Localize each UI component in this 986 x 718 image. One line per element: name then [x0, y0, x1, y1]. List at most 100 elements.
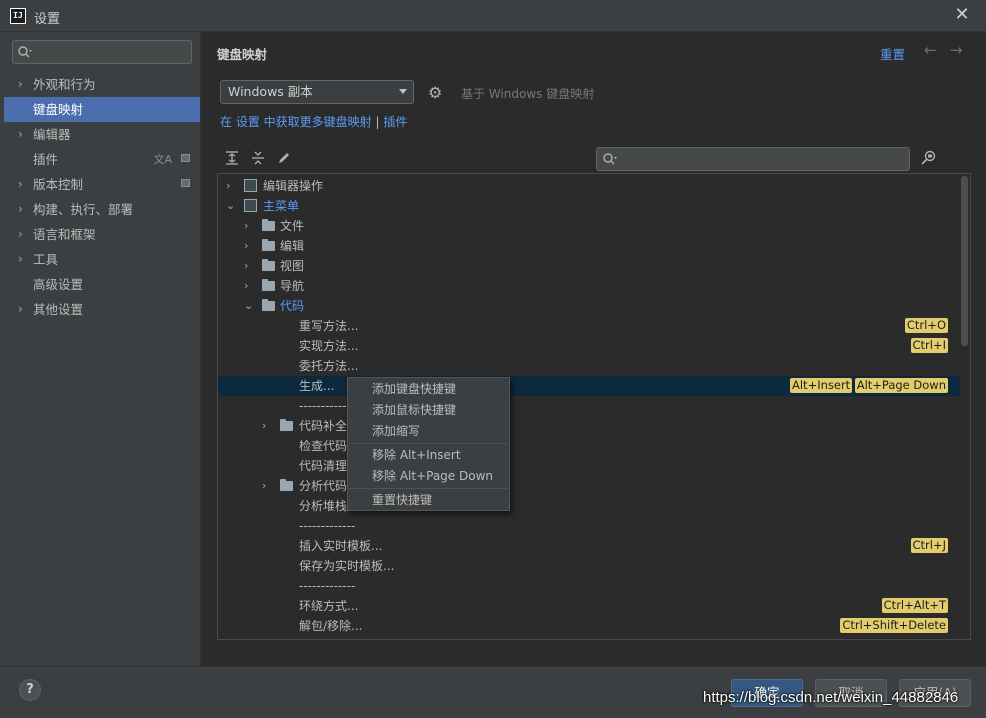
sidebar-item-5[interactable]: › 构建、执行、部署 [4, 197, 200, 222]
chevron-right-icon[interactable]: › [244, 276, 248, 296]
sidebar-item-label: 语言和框架 [33, 227, 96, 242]
tree-row[interactable]: ------------- [218, 516, 960, 536]
sidebar-item-label: 构建、执行、部署 [33, 202, 134, 217]
menu-separator [349, 443, 508, 444]
tree-row[interactable]: 实现方法... Ctrl+I [218, 336, 960, 356]
chevron-down-icon [399, 89, 407, 94]
tree-row-label: 解包/移除... [299, 619, 363, 633]
tree-row[interactable]: › 编辑 [218, 236, 960, 256]
chevron-right-icon[interactable]: › [244, 256, 248, 276]
tree-row[interactable]: ------------- [218, 396, 960, 416]
apply-button[interactable]: 应用(A) [899, 679, 971, 707]
action-search-input[interactable] [596, 147, 910, 171]
search-icon [18, 46, 32, 58]
expand-all-icon[interactable] [224, 150, 240, 166]
tree-row[interactable]: 解包/移除... Ctrl+Shift+Delete [218, 616, 960, 636]
menu-item-remove-alt-insert[interactable]: 移除 Alt+Insert [348, 445, 509, 466]
tree-row[interactable]: 生成... Alt+Page Down Alt+Insert [218, 376, 960, 396]
chevron-down-icon[interactable]: ⌄ [226, 196, 235, 216]
tree-row-label: 分析代码 [299, 479, 348, 493]
chevron-right-icon[interactable]: › [18, 222, 23, 247]
help-button[interactable]: ? [19, 679, 41, 701]
context-menu: 添加键盘快捷键 添加鼠标快捷键 添加缩写 移除 Alt+Insert 移除 Al… [347, 377, 510, 511]
project-level-icon [181, 154, 190, 162]
sidebar-item-8[interactable]: 高级设置 [4, 272, 200, 297]
sidebar-item-0[interactable]: › 外观和行为 [4, 72, 200, 97]
menu-item-add-mouse-shortcut[interactable]: 添加鼠标快捷键 [348, 400, 509, 421]
tree-row[interactable]: 环绕方式... Ctrl+Alt+T [218, 596, 960, 616]
tree-row[interactable]: 分析堆栈 [218, 496, 960, 516]
sidebar-item-2[interactable]: › 编辑器 [4, 122, 200, 147]
sidebar-item-6[interactable]: › 语言和框架 [4, 222, 200, 247]
tree-scrollbar[interactable] [961, 176, 968, 346]
reset-link[interactable]: 重置 [880, 44, 905, 63]
tree-row-label: 主菜单 [263, 199, 300, 213]
collapse-all-icon[interactable] [250, 150, 266, 166]
tree-row[interactable]: 保存为实时模板... [218, 556, 960, 576]
chevron-right-icon[interactable]: › [18, 297, 23, 322]
tree-row-label: 分析堆栈 [299, 499, 348, 513]
tree-row[interactable]: 重写方法... Ctrl+O [218, 316, 960, 336]
edit-shortcut-icon[interactable] [276, 150, 292, 166]
shortcut-badge: Ctrl+J [910, 538, 948, 553]
tree-row[interactable]: 委托方法... [218, 356, 960, 376]
sidebar-item-label: 版本控制 [33, 177, 84, 192]
tree-row[interactable]: 代码清理 [218, 456, 960, 476]
tree-row[interactable]: › 视图 [218, 256, 960, 276]
tree-row[interactable]: 插入实时模板... Ctrl+J [218, 536, 960, 556]
chevron-down-icon[interactable]: ⌄ [244, 296, 253, 316]
back-arrow-icon[interactable]: ← [924, 41, 937, 59]
tree-row[interactable]: › 文件 [218, 216, 960, 236]
shortcut-badge: Alt+Insert [790, 378, 853, 393]
folder-icon [280, 419, 293, 431]
dialog-footer: ? 确定 取消 应用(A) https://blog.csdn.net/weix… [0, 666, 986, 718]
find-by-shortcut-icon[interactable] [920, 150, 938, 166]
chevron-right-icon[interactable]: › [18, 172, 23, 197]
sidebar-item-7[interactable]: › 工具 [4, 247, 200, 272]
menu-item-remove-alt-page-down[interactable]: 移除 Alt+Page Down [348, 466, 509, 487]
forward-arrow-icon[interactable]: → [950, 41, 963, 59]
tree-row[interactable]: › 分析代码 [218, 476, 960, 496]
tree-row[interactable]: › 代码补全 [218, 416, 960, 436]
keymap-scheme-select[interactable]: Windows 副本 [220, 80, 414, 104]
sidebar-item-label: 插件 [33, 152, 59, 167]
tree-row-label: 检查代码 [299, 439, 348, 453]
get-more-keymaps-line: 在 设置 中获取更多键盘映射 | 插件 [220, 113, 407, 130]
sidebar-item-label: 高级设置 [33, 277, 84, 292]
tree-row[interactable]: 检查代码 [218, 436, 960, 456]
shortcut-badge: Ctrl+I [910, 338, 948, 353]
tree-row[interactable]: ------------- [218, 576, 960, 596]
chevron-right-icon[interactable]: › [262, 416, 266, 436]
tree-row-label: 生成... [299, 379, 335, 393]
tree-row-label: 导航 [280, 279, 305, 293]
cancel-button[interactable]: 取消 [815, 679, 887, 707]
menu-item-add-keyboard-shortcut[interactable]: 添加键盘快捷键 [348, 379, 509, 400]
gear-icon[interactable]: ⚙ [428, 83, 442, 102]
sidebar-item-4[interactable]: › 版本控制 [4, 172, 200, 197]
folder-icon [262, 279, 275, 291]
sidebar-item-1[interactable]: 键盘映射 [4, 97, 200, 122]
chevron-right-icon[interactable]: › [262, 476, 266, 496]
menu-item-reset-shortcuts[interactable]: 重置快捷键 [348, 490, 509, 511]
tree-row[interactable]: ⌄ 代码 [218, 296, 960, 316]
chevron-right-icon[interactable]: › [226, 176, 230, 196]
get-more-keymaps-link[interactable]: 在 设置 中获取更多键盘映射 [220, 115, 372, 129]
chevron-right-icon[interactable]: › [18, 122, 23, 147]
link-separator: | [375, 115, 380, 129]
tree-row[interactable]: › 编辑器操作 [218, 176, 960, 196]
chevron-right-icon[interactable]: › [244, 236, 248, 256]
sidebar-item-3[interactable]: 插件 文A [4, 147, 200, 172]
chevron-right-icon[interactable]: › [18, 197, 23, 222]
tree-row[interactable]: ⌄ 主菜单 [218, 196, 960, 216]
action-group-icon [244, 179, 257, 192]
ok-button[interactable]: 确定 [731, 679, 803, 707]
chevron-right-icon[interactable]: › [244, 216, 248, 236]
menu-item-add-abbreviation[interactable]: 添加缩写 [348, 421, 509, 442]
tree-row[interactable]: › 导航 [218, 276, 960, 296]
chevron-right-icon[interactable]: › [18, 247, 23, 272]
sidebar-search-input[interactable] [12, 40, 192, 64]
sidebar-item-9[interactable]: › 其他设置 [4, 297, 200, 322]
chevron-right-icon[interactable]: › [18, 72, 23, 97]
close-icon[interactable]: ✕ [952, 5, 972, 25]
plugins-link[interactable]: 插件 [383, 115, 407, 129]
